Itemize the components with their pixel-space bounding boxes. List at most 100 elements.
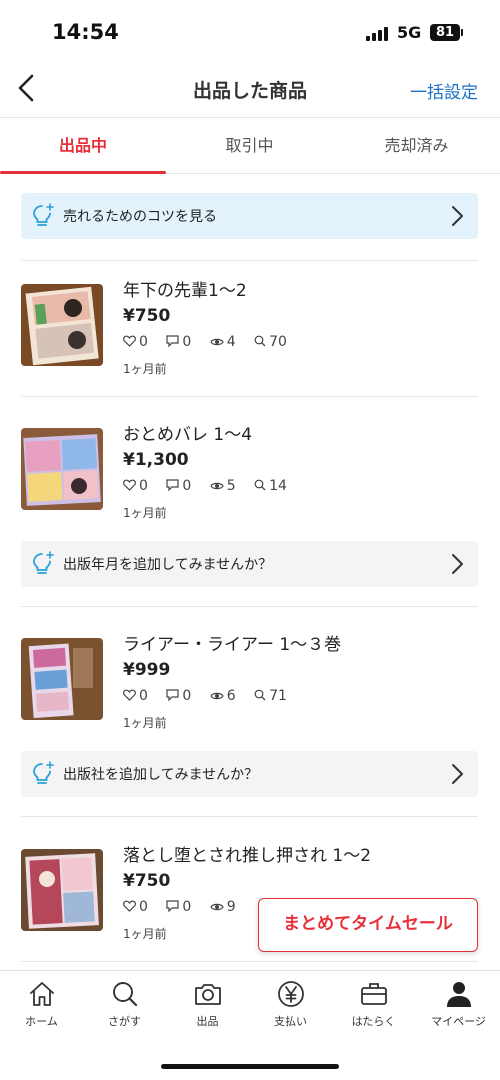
tab-listing[interactable]: 出品中 <box>0 118 166 174</box>
item-thumbnail <box>21 849 103 931</box>
home-icon <box>29 982 54 1006</box>
lightbulb-icon <box>33 761 54 784</box>
suggestion-text: 出版社を追加してみませんか？ <box>63 767 259 783</box>
item-title: 年下の先輩1～2 <box>123 281 247 301</box>
tab-sold[interactable]: 売却済み <box>333 118 500 174</box>
status-bar: 14:54 5G 81 <box>0 0 500 62</box>
item-stats: 0 0 6 71 <box>123 688 301 704</box>
eye-icon <box>210 338 224 346</box>
item-thumbnail <box>21 428 103 510</box>
comment-icon <box>166 479 179 492</box>
likes-stat: 0 <box>123 334 148 350</box>
home-indicator[interactable] <box>161 1064 339 1069</box>
heart-icon <box>123 689 136 701</box>
battery-icon: 81 <box>430 24 460 41</box>
eye-icon <box>210 903 224 911</box>
magnifier-icon <box>254 335 266 347</box>
comment-icon <box>166 689 179 702</box>
nav-label: さがす <box>108 1015 141 1028</box>
item-date: 1ヶ月前 <box>123 716 167 730</box>
tips-banner-text: 売れるためのコツを見る <box>63 209 217 225</box>
searches-stat: 70 <box>254 334 287 350</box>
suggestion-banner-publish-date[interactable]: 出版年月を追加してみませんか？ <box>21 541 478 587</box>
divider <box>21 606 478 607</box>
item-stats: 0 0 4 70 <box>123 334 301 350</box>
tab-in-transaction[interactable]: 取引中 <box>166 118 333 174</box>
comment-icon <box>166 335 179 348</box>
nav-payment[interactable]: 支払い <box>249 979 332 1029</box>
yen-icon <box>277 981 304 1007</box>
divider <box>21 260 478 261</box>
comments-stat: 0 <box>166 478 191 494</box>
item-stats: 0 0 5 14 <box>123 478 301 494</box>
item-thumbnail <box>21 284 103 366</box>
chevron-right-icon <box>452 206 463 226</box>
heart-icon <box>123 479 136 491</box>
nav-label: ホーム <box>25 1015 58 1028</box>
nav-label: はたらく <box>351 1015 396 1028</box>
lightbulb-icon <box>33 203 54 226</box>
nav-bar: 出品した商品 一括設定 <box>0 62 500 117</box>
views-stat: 9 <box>210 899 236 915</box>
chevron-right-icon <box>452 554 463 574</box>
divider <box>21 816 478 817</box>
views-stat: 5 <box>210 478 236 494</box>
item-price: ¥750 <box>123 871 171 891</box>
suggestion-text: 出版年月を追加してみませんか？ <box>63 557 273 573</box>
comment-icon <box>166 900 179 913</box>
nav-work[interactable]: はたらく <box>332 979 415 1029</box>
person-icon <box>446 982 471 1007</box>
search-icon <box>112 982 137 1007</box>
views-stat: 4 <box>210 334 236 350</box>
magnifier-icon <box>254 689 266 701</box>
bulk-timesale-button[interactable]: まとめてタイムセール <box>258 898 478 952</box>
nav-label: 出品 <box>196 1015 219 1028</box>
searches-stat: 71 <box>254 688 287 704</box>
lightbulb-icon <box>33 551 54 574</box>
item-price: ¥1,300 <box>123 450 189 470</box>
network-type: 5G <box>397 23 422 42</box>
item-date: 1ヶ月前 <box>123 927 167 941</box>
listing-item[interactable]: ライアー・ライアー 1～３巻 ¥999 0 0 6 71 1ヶ月前 <box>0 624 500 734</box>
searches-stat: 14 <box>254 478 287 494</box>
item-date: 1ヶ月前 <box>123 506 167 520</box>
comments-stat: 0 <box>166 334 191 350</box>
listing-item[interactable]: 年下の先輩1～2 ¥750 0 0 4 70 1ヶ月前 <box>0 270 500 380</box>
divider <box>21 961 478 962</box>
nav-mypage[interactable]: マイページ <box>417 979 500 1029</box>
nav-label: 支払い <box>274 1015 307 1028</box>
battery-tip <box>461 29 463 36</box>
heart-icon <box>123 335 136 347</box>
item-thumbnail <box>21 638 103 720</box>
bulk-settings-link[interactable]: 一括設定 <box>410 78 478 103</box>
status-time: 14:54 <box>52 20 119 44</box>
nav-sell[interactable]: 出品 <box>166 979 249 1029</box>
views-stat: 6 <box>210 688 236 704</box>
listing-item[interactable]: おとめバレ 1～4 ¥1,300 0 0 5 14 1ヶ月前 <box>0 414 500 524</box>
tips-banner[interactable]: 売れるためのコツを見る <box>21 193 478 239</box>
likes-stat: 0 <box>123 478 148 494</box>
nav-search[interactable]: さがす <box>83 979 166 1029</box>
briefcase-icon <box>360 983 387 1005</box>
item-stats: 0 0 9 <box>123 899 250 915</box>
chevron-right-icon <box>452 764 463 784</box>
camera-icon <box>194 984 221 1005</box>
eye-icon <box>210 692 224 700</box>
suggestion-banner-publisher[interactable]: 出版社を追加してみませんか？ <box>21 751 478 797</box>
tab-bar: 出品中 取引中 売却済み <box>0 117 500 174</box>
item-title: おとめバレ 1～4 <box>123 425 253 445</box>
active-tab-indicator <box>0 171 166 174</box>
eye-icon <box>210 482 224 490</box>
likes-stat: 0 <box>123 688 148 704</box>
signal-icon <box>366 27 390 41</box>
nav-home[interactable]: ホーム <box>0 979 83 1029</box>
heart-icon <box>123 900 136 912</box>
item-price: ¥750 <box>123 306 171 326</box>
likes-stat: 0 <box>123 899 148 915</box>
item-title: 落とし堕とされ推し押され 1～2 <box>123 846 372 866</box>
comments-stat: 0 <box>166 688 191 704</box>
item-price: ¥999 <box>123 660 171 680</box>
nav-label: マイページ <box>431 1015 486 1028</box>
magnifier-icon <box>254 479 266 491</box>
item-date: 1ヶ月前 <box>123 362 167 376</box>
